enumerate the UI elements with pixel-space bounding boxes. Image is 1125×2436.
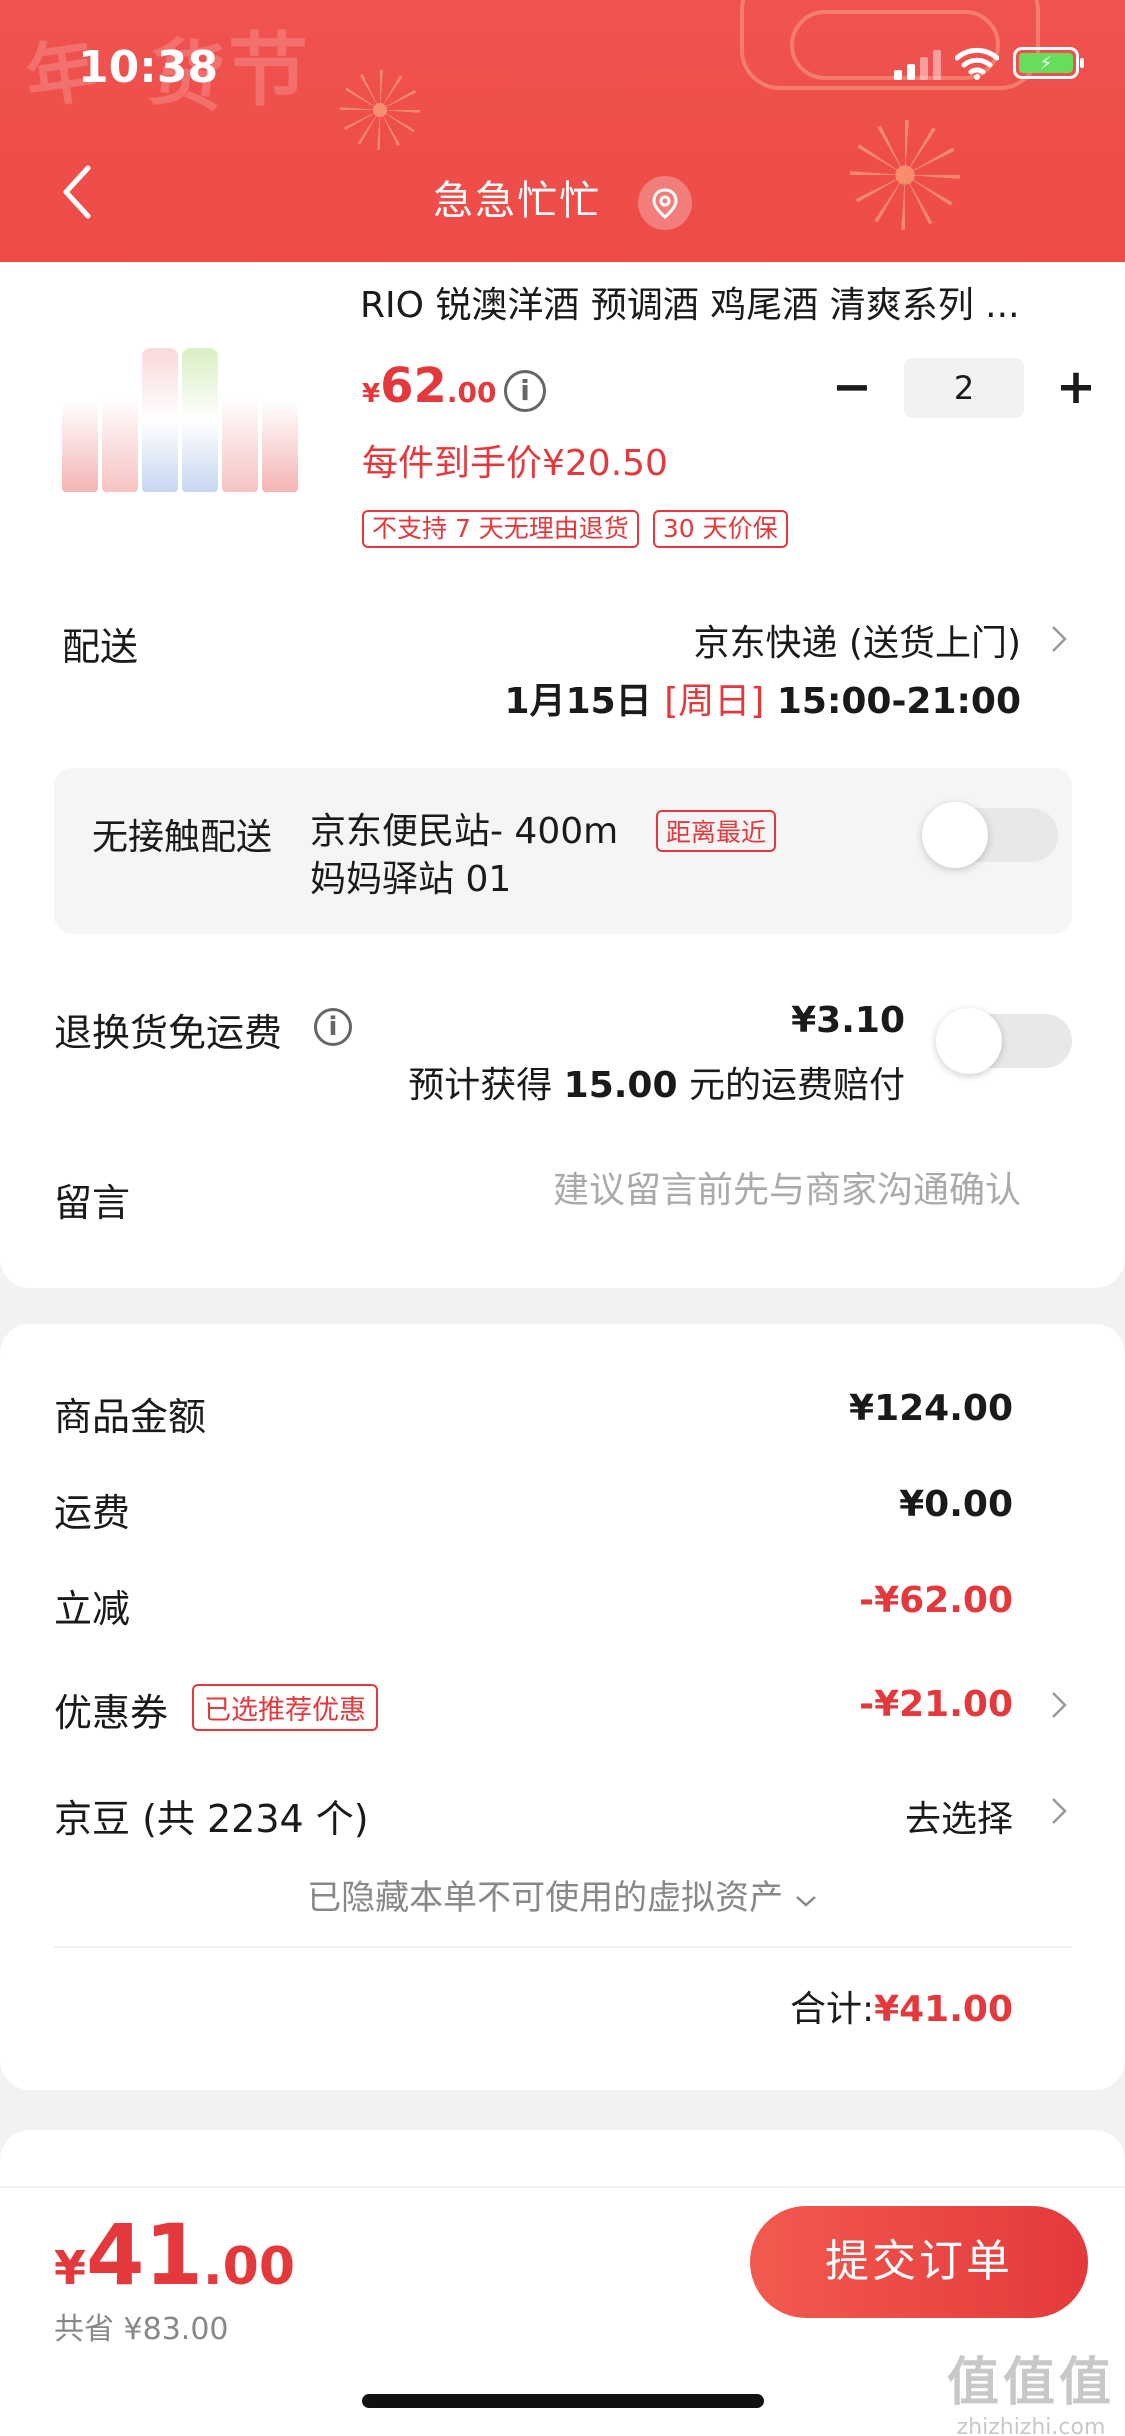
discount-value: -¥62.00 [859, 1580, 1013, 1621]
contactless-label: 无接触配送 [92, 817, 273, 858]
return-shipping-toggle[interactable] [936, 1008, 1072, 1074]
jd-beans-label[interactable]: 京豆 (共 2234 个) [54, 1788, 369, 1843]
product-price: ¥62.00 [362, 358, 497, 414]
product-image[interactable] [62, 342, 332, 492]
message-input[interactable] [421, 1170, 1021, 1211]
can-image [222, 356, 258, 492]
wifi-icon [955, 47, 999, 80]
nearest-badge: 距离最近 [656, 810, 777, 852]
decrease-button[interactable]: − [830, 363, 874, 413]
coupon-label[interactable]: 优惠券 [54, 1682, 168, 1737]
status-icons: ⚡ [894, 46, 1084, 80]
divider [54, 1946, 1072, 1948]
no-return-tag: 不支持 7 天无理由退货 [362, 510, 639, 548]
can-image [262, 362, 298, 492]
message-label: 留言 [54, 1181, 131, 1225]
jd-beans-select[interactable]: 去选择 [905, 1790, 1013, 1842]
signal-icon [894, 46, 941, 80]
order-detail-card: RIO 锐澳洋酒 预调酒 鸡尾酒 清爽系列 ... ¥62.00 i 每件到手价… [0, 262, 1125, 1288]
chevron-right-icon[interactable] [1050, 1690, 1068, 1720]
return-shipping-label: 退换货免运费 [54, 1011, 283, 1055]
saved-amount: 共省 ¥83.00 [54, 2312, 229, 2347]
goods-amount-label: 商品金额 [54, 1395, 207, 1439]
contactless-delivery: 无接触配送 京东便民站- 400m 妈妈驿站 01 距离最近 [54, 768, 1072, 934]
page-title: 急急忙忙 [0, 168, 1125, 230]
return-shipping-fee: ¥3.10 [791, 1000, 905, 1041]
quantity-stepper: − 2 + [830, 358, 1098, 418]
submit-order-button[interactable]: 提交订单 [750, 2206, 1088, 2318]
battery-icon: ⚡ [1013, 47, 1084, 79]
header-deco-char: 节 [228, 23, 308, 117]
price-protect-tag: 30 天价保 [652, 510, 788, 548]
increase-button[interactable]: + [1054, 363, 1098, 413]
header: 年 货 节 10:38 ⚡ 急急忙忙 [0, 0, 1125, 262]
hidden-assets-toggle[interactable]: 已隐藏本单不可使用的虚拟资产 [0, 1870, 1125, 1919]
price-summary-card: 商品金额 ¥124.00 运费 ¥0.00 立减 -¥62.00 优惠券 已选推… [0, 1324, 1125, 2090]
coupon-value[interactable]: -¥21.00 [859, 1684, 1013, 1725]
discount-label: 立减 [54, 1587, 131, 1631]
contactless-toggle[interactable] [922, 802, 1058, 868]
delivery-method[interactable]: 京东快递 (送货上门) [693, 614, 1021, 666]
chevron-right-icon[interactable] [1050, 1796, 1068, 1826]
return-info-icon[interactable]: i [314, 1008, 352, 1046]
watermark: 值值值 zhizhizhi.com [946, 2353, 1115, 2436]
status-time: 10:38 [78, 42, 219, 93]
home-indicator[interactable] [362, 2394, 764, 2408]
order-total: 合计:¥41.00 [789, 1989, 1013, 2030]
can-image [142, 348, 178, 492]
chevron-down-icon [796, 1896, 816, 1907]
product-tags: 不支持 7 天无理由退货 30 天价保 [362, 510, 788, 548]
return-shipping-desc: 预计获得 15.00 元的运费赔付 [408, 1065, 905, 1106]
can-image [182, 348, 218, 492]
shipping-fee-value: ¥0.00 [899, 1484, 1013, 1525]
unit-price: 每件到手价¥20.50 [362, 443, 668, 484]
location-icon[interactable] [637, 176, 692, 230]
delivery-label: 配送 [62, 625, 139, 669]
product-title[interactable]: RIO 锐澳洋酒 预调酒 鸡尾酒 清爽系列 ... [360, 276, 1020, 328]
shipping-fee-label: 运费 [54, 1491, 131, 1535]
chevron-right-icon[interactable] [1050, 624, 1068, 654]
can-image [62, 362, 98, 492]
delivery-time[interactable]: 1月15日 [周日] 15:00-21:00 [505, 672, 1021, 724]
pickup-station: 京东便民站- 400m 妈妈驿站 01 [310, 811, 619, 900]
goods-amount-value: ¥124.00 [849, 1388, 1013, 1429]
firework-decoration [340, 70, 420, 150]
price-info-icon[interactable]: i [504, 370, 546, 412]
can-image [102, 356, 138, 492]
page-title-text: 急急忙忙 [433, 178, 602, 224]
final-price: ¥41.00 [54, 2206, 296, 2304]
quantity-value[interactable]: 2 [904, 358, 1024, 418]
coupon-recommended-tag: 已选推荐优惠 [192, 1684, 378, 1731]
